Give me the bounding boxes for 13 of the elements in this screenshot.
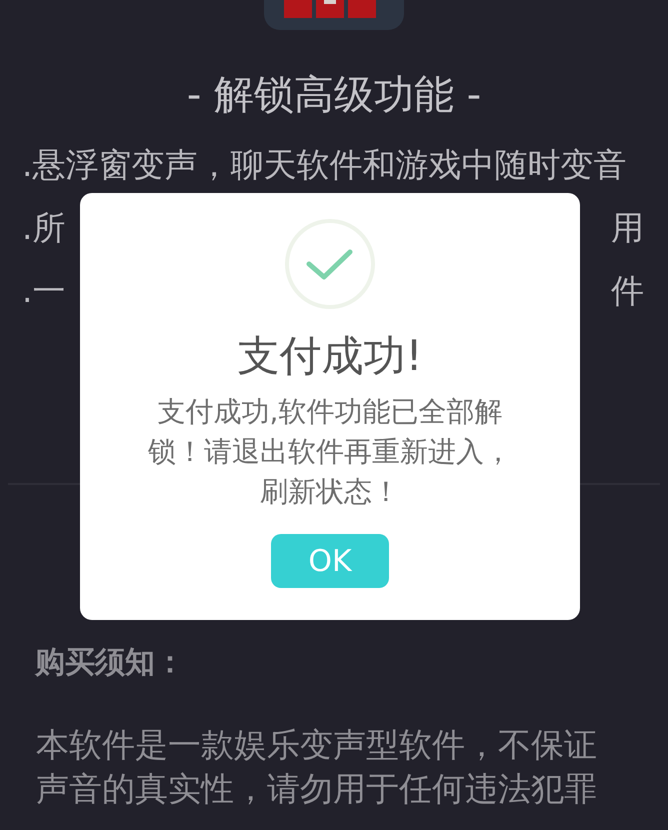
notice-heading: 购买须知： [35, 644, 186, 682]
feature-text: .悬浮窗变声，聊天软件和游戏中随时变音 [22, 144, 626, 186]
feature-text: 用 [611, 207, 644, 249]
feature-text: 件 [611, 270, 644, 312]
notice-text: 本软件是一款娱乐变声型软件，不保证 声音的真实性，请勿用于任何违法犯罪 [36, 724, 598, 810]
ok-button[interactable]: OK [271, 534, 389, 588]
section-title: - 解锁高级功能 - [186, 71, 482, 120]
feature-text: .所 [22, 207, 66, 249]
dialog-message: 支付成功,软件功能已全部解 锁！请退出软件再重新进入， 刷新状态！ [148, 394, 512, 510]
check-circle-icon [284, 218, 376, 310]
dialog-title: 支付成功! [238, 330, 422, 382]
feature-text: .一 [22, 270, 66, 312]
app-logo-icon [264, 0, 404, 30]
